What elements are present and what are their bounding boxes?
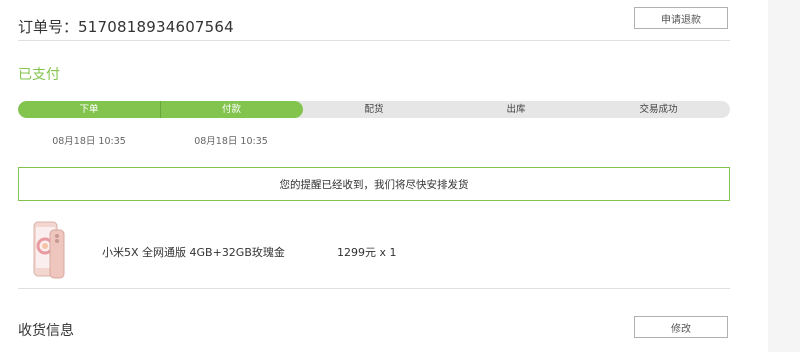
product-row: 小米5X 全网通版 4GB+32GB玫瑰金 1299元 x 1 xyxy=(18,212,730,289)
order-title: 订单号：5170818934607564 xyxy=(18,16,234,37)
order-number-label: 订单号： xyxy=(18,18,79,36)
product-price: 1299元 x 1 xyxy=(337,246,397,259)
order-detail-panel: 订单号：5170818934607564 申请退款 已支付 下单 付款 配货 出… xyxy=(0,0,768,352)
modify-button[interactable]: 修改 xyxy=(634,316,728,338)
step-order-placed-time: 08月18日 10:35 xyxy=(52,136,126,147)
phone-image[interactable] xyxy=(28,218,70,282)
order-progress-bar: 下单 付款 配货 出库 交易成功 xyxy=(18,101,730,118)
product-name[interactable]: 小米5X 全网通版 4GB+32GB玫瑰金 xyxy=(102,244,285,260)
shipping-reminder-notice: 您的提醒已经收到，我们将尽快安排发货 xyxy=(18,167,730,201)
step-payment-time: 08月18日 10:35 xyxy=(194,136,268,147)
step-payment: 付款 xyxy=(221,104,241,115)
phone-image-svg xyxy=(33,221,65,279)
step-order-placed: 下单 xyxy=(79,104,99,115)
step-picking: 配货 xyxy=(364,104,384,115)
order-status: 已支付 xyxy=(18,67,60,83)
refund-button[interactable]: 申请退款 xyxy=(634,7,728,29)
step-shipped: 出库 xyxy=(506,104,526,115)
order-header: 订单号：5170818934607564 xyxy=(18,8,730,41)
receiver-info-title: 收货信息 xyxy=(18,323,74,339)
right-gutter xyxy=(768,0,800,352)
order-number: 5170818934607564 xyxy=(78,18,234,36)
step-completed: 交易成功 xyxy=(639,104,678,115)
